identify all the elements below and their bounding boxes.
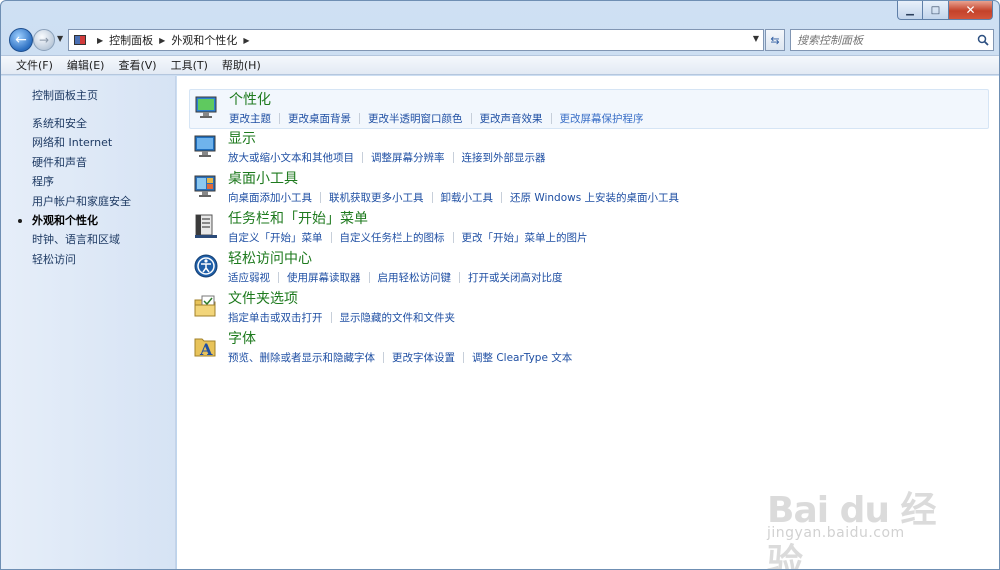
navigation-bar: ← → ▼ ▶ 控制面板 ▶ 外观和个性化 ▶ ▼ ⇆: [1, 25, 999, 55]
fonts-icon: A: [193, 333, 219, 359]
category-folder-options: 文件夹选项 指定单击或双击打开 显示隐藏的文件和文件夹: [189, 289, 989, 329]
category-title[interactable]: 任务栏和「开始」菜单: [228, 209, 368, 229]
personalization-icon: [194, 94, 220, 120]
svg-text:A: A: [199, 340, 213, 359]
menu-bar: 文件(F) 编辑(E) 查看(V) 工具(T) 帮助(H): [1, 55, 999, 75]
sidebar-item-network[interactable]: 网络和 Internet: [1, 133, 176, 152]
sidebar-item-hardware-sound[interactable]: 硬件和声音: [1, 153, 176, 172]
category-links: 预览、删除或者显示和隐藏字体 更改字体设置 调整 ClearType 文本: [228, 350, 572, 365]
control-panel-window: ▁ □ ✕ ← → ▼ ▶ 控制面板 ▶ 外观和个性化 ▶ ▼ ⇆ 文件(F) …: [0, 0, 1000, 570]
breadcrumb-arrow-icon[interactable]: ▶: [91, 36, 109, 45]
category-fonts: A 字体 预览、删除或者显示和隐藏字体 更改字体设置 调整 ClearType …: [189, 329, 989, 369]
sidebar-list: 系统和安全 网络和 Internet 硬件和声音 程序 用户帐户和家庭安全 外观…: [1, 114, 176, 269]
link-add-gadgets[interactable]: 向桌面添加小工具: [228, 190, 312, 205]
search-input[interactable]: [791, 31, 973, 49]
category-title[interactable]: 个性化: [229, 90, 271, 110]
category-links: 更改主题 更改桌面背景 更改半透明窗口颜色 更改声音效果 更改屏幕保护程序: [229, 111, 644, 126]
link-change-sounds[interactable]: 更改声音效果: [480, 111, 543, 126]
breadcrumb-arrow-icon[interactable]: ▶: [153, 36, 171, 45]
menu-help[interactable]: 帮助(H): [215, 57, 268, 73]
link-high-contrast[interactable]: 打开或关闭高对比度: [468, 270, 563, 285]
sidebar-item-clock-language[interactable]: 时钟、语言和区域: [1, 230, 176, 249]
address-bar[interactable]: ▶ 控制面板 ▶ 外观和个性化 ▶ ▼: [68, 29, 764, 51]
sidebar-item-ease-of-access[interactable]: 轻松访问: [1, 250, 176, 269]
link-customize-taskbar-icons[interactable]: 自定义任务栏上的图标: [340, 230, 445, 245]
recent-pages-dropdown[interactable]: ▼: [57, 34, 63, 43]
category-gadgets: 桌面小工具 向桌面添加小工具 联机获取更多小工具 卸载小工具 还原 Window…: [189, 169, 989, 209]
refresh-icon[interactable]: ⇆: [765, 29, 785, 51]
menu-view[interactable]: 查看(V): [111, 57, 163, 73]
sidebar-item-user-accounts[interactable]: 用户帐户和家庭安全: [1, 192, 176, 211]
link-change-window-color[interactable]: 更改半透明窗口颜色: [368, 111, 463, 126]
caption-buttons: ▁ □ ✕: [897, 1, 993, 20]
folder-options-icon: [193, 293, 219, 319]
forward-button[interactable]: →: [33, 29, 55, 51]
link-change-screensaver[interactable]: 更改屏幕保护程序: [560, 111, 644, 126]
link-restore-gadgets[interactable]: 还原 Windows 上安装的桌面小工具: [510, 190, 679, 205]
category-title[interactable]: 轻松访问中心: [228, 249, 312, 269]
link-change-start-picture[interactable]: 更改「开始」菜单上的图片: [462, 230, 588, 245]
breadcrumb-appearance[interactable]: 外观和个性化: [171, 32, 237, 48]
link-cleartype[interactable]: 调整 ClearType 文本: [472, 350, 572, 365]
link-get-more-gadgets[interactable]: 联机获取更多小工具: [329, 190, 424, 205]
link-change-background[interactable]: 更改桌面背景: [288, 111, 351, 126]
category-links: 向桌面添加小工具 联机获取更多小工具 卸载小工具 还原 Windows 上安装的…: [228, 190, 679, 205]
display-icon: [193, 133, 219, 159]
sidebar-item-programs[interactable]: 程序: [1, 172, 176, 191]
address-dropdown-icon[interactable]: ▼: [753, 34, 759, 43]
category-links: 自定义「开始」菜单 自定义任务栏上的图标 更改「开始」菜单上的图片: [228, 230, 588, 245]
close-button[interactable]: ✕: [949, 1, 993, 20]
search-icon[interactable]: [973, 34, 993, 46]
category-personalization: 个性化 更改主题 更改桌面背景 更改半透明窗口颜色 更改声音效果 更改屏幕保护程…: [189, 89, 989, 129]
category-display: 显示 放大或缩小文本和其他项目 调整屏幕分辨率 连接到外部显示器: [189, 129, 989, 169]
breadcrumb-control-panel[interactable]: 控制面板: [109, 32, 153, 48]
link-accessibility-keys[interactable]: 启用轻松访问键: [378, 270, 452, 285]
control-panel-icon: [69, 30, 91, 50]
category-taskbar: 任务栏和「开始」菜单 自定义「开始」菜单 自定义任务栏上的图标 更改「开始」菜单…: [189, 209, 989, 249]
category-title[interactable]: 字体: [228, 329, 256, 349]
sidebar: 控制面板主页 系统和安全 网络和 Internet 硬件和声音 程序 用户帐户和…: [1, 76, 176, 569]
link-click-to-open[interactable]: 指定单击或双击打开: [228, 310, 323, 325]
link-text-size[interactable]: 放大或缩小文本和其他项目: [228, 150, 354, 165]
watermark-url: jingyan.baidu.com: [767, 525, 905, 541]
link-change-theme[interactable]: 更改主题: [229, 111, 271, 126]
category-links: 适应弱视 使用屏幕读取器 启用轻松访问键 打开或关闭高对比度: [228, 270, 563, 285]
link-preview-fonts[interactable]: 预览、删除或者显示和隐藏字体: [228, 350, 375, 365]
link-uninstall-gadget[interactable]: 卸载小工具: [441, 190, 494, 205]
breadcrumb-arrow-icon[interactable]: ▶: [237, 36, 255, 45]
menu-edit[interactable]: 编辑(E): [60, 57, 112, 73]
link-screen-resolution[interactable]: 调整屏幕分辨率: [371, 150, 445, 165]
minimize-button[interactable]: ▁: [897, 1, 923, 20]
link-screen-reader[interactable]: 使用屏幕读取器: [287, 270, 361, 285]
category-links: 指定单击或双击打开 显示隐藏的文件和文件夹: [228, 310, 455, 325]
baidu-watermark: Bai du 经验 jingyan.baidu.com: [767, 461, 947, 569]
maximize-button[interactable]: □: [923, 1, 949, 20]
menu-tools[interactable]: 工具(T): [164, 57, 215, 73]
sidebar-item-system-security[interactable]: 系统和安全: [1, 114, 176, 133]
category-ease-of-access: 轻松访问中心 适应弱视 使用屏幕读取器 启用轻松访问键 打开或关闭高对比度: [189, 249, 989, 289]
category-links: 放大或缩小文本和其他项目 调整屏幕分辨率 连接到外部显示器: [228, 150, 546, 165]
back-button[interactable]: ←: [9, 28, 33, 52]
search-box[interactable]: [790, 29, 994, 51]
category-title[interactable]: 显示: [228, 129, 256, 149]
link-font-settings[interactable]: 更改字体设置: [392, 350, 455, 365]
gadgets-icon: [193, 173, 219, 199]
link-show-hidden-files[interactable]: 显示隐藏的文件和文件夹: [340, 310, 456, 325]
ease-of-access-icon: [193, 253, 219, 279]
sidebar-home-link[interactable]: 控制面板主页: [32, 87, 98, 103]
sidebar-item-appearance[interactable]: 外观和个性化: [1, 211, 176, 230]
menu-file[interactable]: 文件(F): [9, 57, 60, 73]
link-customize-start-menu[interactable]: 自定义「开始」菜单: [228, 230, 323, 245]
link-external-display[interactable]: 连接到外部显示器: [462, 150, 546, 165]
category-title[interactable]: 桌面小工具: [228, 169, 298, 189]
category-title[interactable]: 文件夹选项: [228, 289, 298, 309]
link-low-vision[interactable]: 适应弱视: [228, 270, 270, 285]
taskbar-icon: [193, 213, 219, 239]
